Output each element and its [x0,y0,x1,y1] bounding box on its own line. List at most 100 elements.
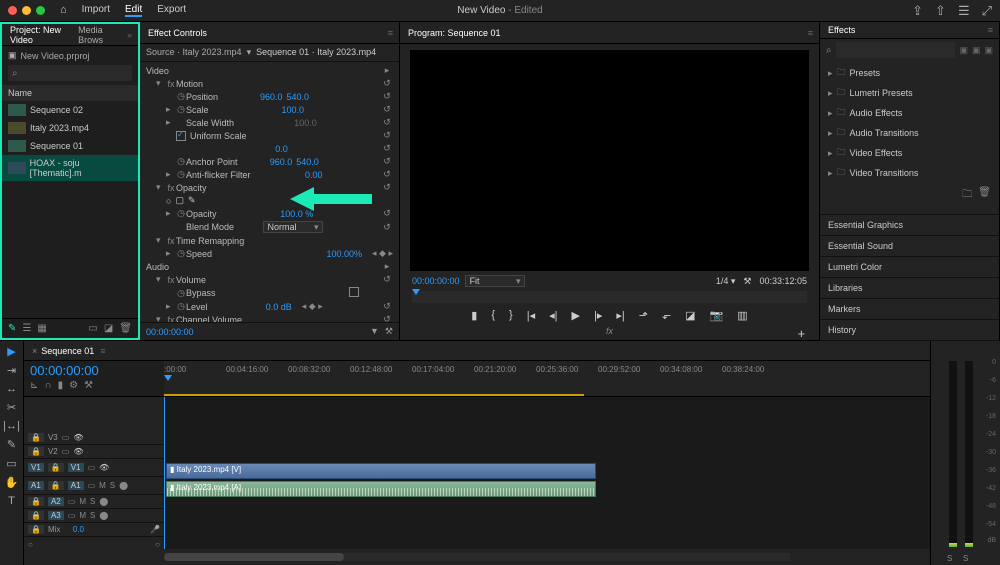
razor-tool-icon[interactable]: ✂ [7,401,16,414]
program-video-output[interactable] [410,50,809,271]
tab-project[interactable]: Project: New Video [8,22,66,48]
prop-opacity[interactable]: Opacity [186,209,217,219]
position-x-value[interactable]: 960.0 [260,92,283,102]
stopwatch-icon[interactable]: ◷ [176,288,186,299]
fit-dropdown[interactable]: Fit [465,275,525,287]
panel-lumetri-color[interactable]: Lumetri Color [820,257,999,278]
rotation-value[interactable]: 0.0 [275,144,288,154]
voiceover-icon[interactable]: ⬤ [99,497,108,506]
level-value[interactable]: 0.0 dB [266,302,292,312]
camera-icon[interactable]: 📷 [710,309,724,322]
settings-icon[interactable]: ⚒ [743,276,751,287]
twirl-icon[interactable]: ▸ [166,169,176,180]
ripple-tool-icon[interactable]: ↔ [6,383,17,395]
mask-rect-icon[interactable]: ▢ [175,195,184,206]
effects-folder[interactable]: ▸🗀Audio Effects [820,103,999,123]
button-editor-icon[interactable]: + [797,326,805,341]
prop-speed[interactable]: Speed [186,249,212,259]
twirl-icon[interactable]: ▸ [166,208,176,219]
prop-level[interactable]: Level [186,302,208,312]
compare-icon[interactable]: ▥ [737,309,747,322]
menu-edit[interactable]: Edit [125,4,142,17]
maximize-window-icon[interactable] [36,6,45,15]
reset-icon[interactable]: ↺ [381,208,393,219]
home-icon[interactable]: ⌂ [60,4,67,17]
slip-tool-icon[interactable]: |↔| [3,420,20,432]
video-clip[interactable]: ▮ Italy 2023.mp4 [V] [166,463,596,479]
reset-icon[interactable]: ↺ [381,274,393,285]
track-visibility-icon[interactable]: 👁 [99,463,109,472]
fx-badge-icon[interactable]: ▣ [984,45,993,56]
playhead-icon[interactable] [412,289,420,295]
share-icon[interactable]: ⇪ [912,3,923,19]
project-search-input[interactable]: ⌕ [8,65,132,81]
solo-button[interactable]: S [947,554,952,563]
project-column-name[interactable]: Name [2,85,138,101]
playhead-line[interactable] [164,397,165,549]
reset-icon[interactable]: ↺ [381,222,393,233]
stopwatch-icon[interactable]: ◷ [176,301,186,312]
tab-effects[interactable]: Effects [826,22,857,38]
blend-mode-dropdown[interactable]: Normal [263,221,323,233]
track-header-a3[interactable]: 🔒A3▭MS⬤ [24,509,164,523]
track-header-v1[interactable]: V1🔒V1▭👁 [24,459,164,477]
effects-folder[interactable]: ▸🗀Presets [820,63,999,83]
selection-tool-icon[interactable]: ▶ [7,345,15,358]
track-select-tool-icon[interactable]: ⇥ [7,364,16,377]
menu-export[interactable]: Export [157,4,186,17]
bypass-checkbox[interactable] [349,287,359,297]
project-item[interactable]: Italy 2023.mp4 [2,119,138,137]
track-visibility-icon[interactable]: 👁 [73,433,83,442]
program-timecode[interactable]: 00:00:00:00 [412,276,460,286]
effect-timecode[interactable]: 00:00:00:00 [146,327,194,337]
play-button[interactable]: ▶ [572,309,580,322]
list-view-icon[interactable]: ☰ [22,323,31,334]
export-icon[interactable]: ⇧ [935,3,946,19]
panel-libraries[interactable]: Libraries [820,278,999,299]
program-scrubber[interactable] [412,291,807,303]
voiceover-icon[interactable]: ⬤ [119,481,128,490]
panel-menu-icon[interactable]: ≡ [808,28,813,38]
track-header-a1[interactable]: A1🔒A1▭MS⬤ [24,477,164,495]
mark-out-icon[interactable]: } [509,309,513,322]
twirl-icon[interactable]: ▾ [156,274,166,285]
panel-menu-icon[interactable]: » [127,30,132,40]
filter-icon[interactable]: ▼ [370,326,379,337]
twirl-icon[interactable]: ▸ [166,301,176,312]
track-lock-icon[interactable]: 🔒 [48,481,64,490]
stopwatch-icon[interactable]: ◷ [176,91,186,102]
effects-folder[interactable]: ▸🗀Audio Transitions [820,123,999,143]
timeline-ruler[interactable]: :00:00 00:04:16:00 00:08:32:00 00:12:48:… [164,361,930,396]
prop-opacity-group[interactable]: Opacity [176,183,207,193]
stopwatch-icon[interactable]: ◷ [176,156,186,167]
lift-icon[interactable]: ⬏ [639,309,648,322]
hand-tool-icon[interactable]: ✋ [5,476,19,489]
rectangle-tool-icon[interactable]: ▭ [6,457,16,470]
project-item-selected[interactable]: HOAX - soju [Thematic].m [2,155,138,181]
reset-icon[interactable]: ↺ [381,143,393,154]
stopwatch-icon[interactable]: ◷ [176,169,186,180]
marker-icon[interactable]: ▮ [58,380,64,391]
go-to-in-icon[interactable]: |◂ [527,309,535,322]
reset-icon[interactable]: ↺ [381,182,393,193]
track-lock-icon[interactable]: 🔒 [28,525,44,534]
fullscreen-icon[interactable]: ⤢ [982,3,992,19]
close-sequence-icon[interactable]: × [32,346,37,356]
track-header-v2[interactable]: 🔒V2▭👁 [24,445,164,459]
prop-antiflicker[interactable]: Anti-flicker Filter [186,170,251,180]
scale-value[interactable]: 100.0 [281,105,304,115]
panel-markers[interactable]: Markers [820,299,999,320]
reset-icon[interactable]: ↺ [381,104,393,115]
track-options-icon[interactable]: ○ [28,540,33,549]
reset-icon[interactable]: ↺ [381,169,393,180]
icon-view-icon[interactable]: ▦ [37,323,46,334]
prop-motion[interactable]: Motion [176,79,203,89]
uniform-scale-checkbox[interactable] [176,131,186,141]
voiceover-icon[interactable]: ⬤ [99,511,108,520]
mix-value[interactable]: 0.0 [73,525,84,534]
workspace-icon[interactable]: ☰ [958,3,970,19]
tab-sequence[interactable]: Sequence 01 [41,346,94,356]
effects-search-input[interactable] [836,42,956,58]
panel-essential-sound[interactable]: Essential Sound [820,236,999,257]
zoom-thumb[interactable] [164,553,344,561]
